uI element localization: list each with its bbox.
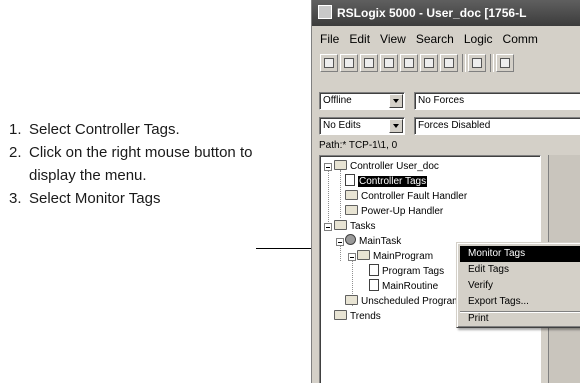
cut-icon [384,58,394,68]
step-text: Click on the right mouse button to displ… [29,144,253,184]
folder-icon [334,310,347,320]
tree-item-label: Power-Up Handler [361,206,444,217]
verify-icon [500,58,510,68]
menu-search[interactable]: Search [416,30,454,48]
menu-view[interactable]: View [380,30,406,48]
task-icon [345,234,356,245]
step-number: 2. [9,144,22,161]
menu-edit[interactable]: Edit [349,30,370,48]
communication-path: Path:* TCP-1\1, 0 [319,140,398,151]
save-button[interactable] [360,54,378,72]
tree-item-label: Unscheduled Programs [361,296,466,307]
find-icon [472,58,482,68]
forces-status-value: Forces Disabled [418,120,491,131]
menu-bar: File Edit View Search Logic Comm [312,30,580,48]
step-3: 3. Select Monitor Tags [9,187,299,210]
tree-item-label: MainTask [359,236,402,247]
program-icon [357,250,370,260]
collapse-controller-toggle[interactable] [324,163,332,171]
find-button[interactable] [468,54,486,72]
instruction-steps: 1. Select Controller Tags. 2. Click on the… [9,118,299,210]
app-icon [318,5,332,19]
folder-icon [334,160,347,170]
menu-item-verify[interactable]: Verify [460,278,580,294]
step-1: 1. Select Controller Tags. [9,118,299,141]
folder-icon [345,295,358,305]
toolbar [318,52,580,76]
menu-item-edit-tags[interactable]: Edit Tags [460,262,580,278]
step-text: Select Controller Tags. [29,121,180,138]
tree-connector [328,170,329,224]
edits-combo[interactable]: No Edits [319,117,405,135]
tree-item-label: MainProgram [373,251,434,262]
collapse-tasks-toggle[interactable] [324,223,332,231]
tree-item-label: Program Tags [382,266,445,277]
toolbar-separator [462,54,466,72]
tree-item-label: Trends [350,311,381,322]
tags-icon [369,264,379,276]
title-bar[interactable]: RSLogix 5000 - User_doc [1756-L [312,0,580,26]
tree-item-mainprogram[interactable]: MainProgram [357,249,433,264]
tree-item-fault-handler[interactable]: Controller Fault Handler [345,189,467,204]
new-file-icon [324,58,334,68]
folder-icon [345,205,358,215]
forces-value: No Forces [418,95,465,106]
step-text: Select Monitor Tags [29,190,161,207]
tree-item-maintask[interactable]: MainTask [345,234,401,249]
controller-mode-value: Offline [323,95,352,106]
open-button[interactable] [340,54,358,72]
step-number: 3. [9,190,22,207]
folder-icon [345,190,358,200]
folder-icon [334,220,347,230]
forces-field: No Forces [414,92,580,110]
tags-icon [345,174,355,186]
menu-logic[interactable]: Logic [464,30,493,48]
verify-button[interactable] [496,54,514,72]
menu-communications[interactable]: Comm [503,30,538,48]
chevron-down-icon[interactable] [389,94,403,108]
tree-connector [340,170,341,218]
controller-mode-combo[interactable]: Offline [319,92,405,110]
window-title: RSLogix 5000 - User_doc [1756-L [337,6,527,20]
paste-icon [424,58,434,68]
routine-icon [369,279,379,291]
context-menu: Monitor Tags Edit Tags Verify Export Tag… [456,242,580,328]
cut-button[interactable] [380,54,398,72]
tree-item-label: Controller Tags [358,176,428,187]
menu-item-print[interactable]: Print [460,311,580,327]
step-number: 1. [9,121,22,138]
tree-item-controller[interactable]: Controller User_doc [334,159,439,174]
tree-item-program-tags[interactable]: Program Tags [369,264,444,279]
undo-icon [444,58,454,68]
menu-item-monitor-tags[interactable]: Monitor Tags [460,246,580,262]
save-icon [364,58,374,68]
paste-button[interactable] [420,54,438,72]
copy-button[interactable] [400,54,418,72]
tree-item-mainroutine[interactable]: MainRoutine [369,279,438,294]
undo-button[interactable] [440,54,458,72]
tree-item-trends[interactable]: Trends [334,309,381,324]
collapse-maintask-toggle[interactable] [336,238,344,246]
tree-item-power-up-handler[interactable]: Power-Up Handler [345,204,443,219]
edits-value: No Edits [323,120,361,131]
toolbar-separator [490,54,494,72]
tree-item-unscheduled-programs[interactable]: Unscheduled Programs [345,294,466,309]
tree-item-label: Controller User_doc [350,161,439,172]
menu-file[interactable]: File [320,30,339,48]
chevron-down-icon[interactable] [389,119,403,133]
forces-status-field: Forces Disabled [414,117,580,135]
collapse-mainprogram-toggle[interactable] [348,253,356,261]
copy-icon [404,58,414,68]
tree-item-label: Tasks [350,221,376,232]
menu-item-export-tags[interactable]: Export Tags... [460,294,580,310]
tree-item-label: Controller Fault Handler [361,191,468,202]
tree-item-tasks[interactable]: Tasks [334,219,376,234]
tree-item-label: MainRoutine [382,281,439,292]
step-2: 2. Click on the right mouse button to dis… [9,141,299,187]
tree-item-controller-tags[interactable]: Controller Tags [345,174,428,189]
open-icon [344,58,354,68]
new-file-button[interactable] [320,54,338,72]
